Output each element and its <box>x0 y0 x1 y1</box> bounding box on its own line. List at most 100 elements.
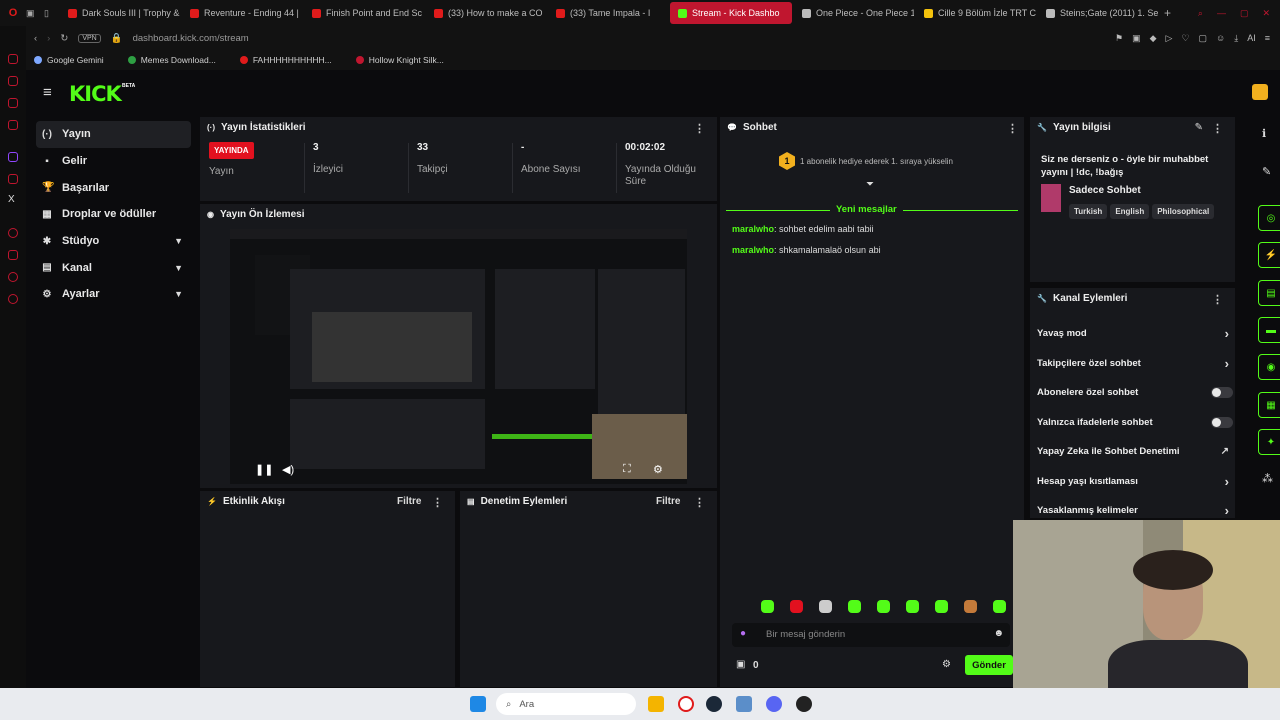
browser-tab[interactable]: Dark Souls III | Trophy & <box>60 2 180 24</box>
sidebar-app-icon[interactable] <box>8 120 18 130</box>
reload-icon[interactable]: ↻ <box>60 33 68 44</box>
taskbar-search[interactable]: ⌕ Ara <box>496 693 636 715</box>
chevron-down-icon[interactable]: ▼ <box>174 289 183 299</box>
channel-action-item[interactable]: Hesap yaşı kısıtlaması › <box>1037 474 1229 489</box>
sidebar-app-icon[interactable] <box>8 98 18 108</box>
browser-tab[interactable]: Stream - Kick Dashbo <box>670 2 792 24</box>
hamburger-menu-icon[interactable]: ≡ <box>43 84 52 101</box>
new-tab-button[interactable]: + <box>1164 6 1171 20</box>
emote-icon[interactable] <box>848 600 861 613</box>
browser-tab[interactable]: One Piece - One Piece 1 <box>794 2 914 24</box>
stream-tag[interactable]: English <box>1110 204 1150 219</box>
sidebar-app-icon[interactable] <box>8 272 18 282</box>
opera-logo-icon[interactable]: O <box>0 7 26 19</box>
rail-layout-button[interactable]: ▦ <box>1258 392 1280 418</box>
wallet-icon[interactable]: ▢ <box>1199 33 1208 44</box>
browser-tab[interactable]: Finish Point and End Sc <box>304 2 424 24</box>
browser-tab[interactable]: Steins;Gate (2011) 1. Sez <box>1038 2 1158 24</box>
sidebar-item[interactable]: 🏆 Başarılar <box>36 174 191 201</box>
url-field[interactable]: dashboard.kick.com/stream <box>133 33 249 44</box>
rail-doc-button[interactable]: ▤ <box>1258 280 1280 306</box>
channel-action-item[interactable]: Yasaklanmış kelimeler › <box>1037 503 1229 518</box>
sidebar-item[interactable]: ▪ Gelir <box>36 148 191 175</box>
sidebar-app-icon[interactable] <box>8 228 18 238</box>
steam-icon[interactable] <box>706 696 722 712</box>
bookmark-item[interactable]: Google Gemini <box>34 55 104 65</box>
channel-action-item[interactable]: Yapay Zeka ile Sohbet Denetimi ↗ <box>1037 446 1229 457</box>
stream-tag[interactable]: Philosophical <box>1152 204 1215 219</box>
pencil-icon[interactable]: ✎ <box>1262 165 1271 178</box>
emote-icon[interactable] <box>964 600 977 613</box>
browser-tab[interactable]: Cille 9 Bölüm İzle TRT C <box>916 2 1036 24</box>
sidebar-app-icon[interactable] <box>8 54 18 64</box>
toggle-switch[interactable] <box>1211 416 1233 428</box>
search-tabs-icon[interactable]: ⌕ <box>1198 8 1203 19</box>
channel-actions-more-icon[interactable]: ⋮ <box>1212 293 1223 306</box>
emote-icon[interactable] <box>935 600 948 613</box>
points-icon[interactable]: ▣ <box>736 659 745 670</box>
minimize-button[interactable]: — <box>1217 8 1226 19</box>
bookmark-item[interactable]: Memes Download... <box>127 55 216 65</box>
heart-icon[interactable]: ♡ <box>1181 33 1189 44</box>
twitch-icon[interactable] <box>8 152 18 162</box>
pinned-icon[interactable]: ⏷ <box>866 179 874 190</box>
workspaces-icon[interactable]: ▣ <box>26 8 44 19</box>
sidebar-item[interactable]: ▤ Kanal ▼ <box>36 254 191 281</box>
opera-icon[interactable] <box>678 696 694 712</box>
emote-icon[interactable] <box>877 600 890 613</box>
stream-tag[interactable]: Turkish <box>1069 204 1108 219</box>
rail-chat-button[interactable]: ▬ <box>1258 317 1280 343</box>
obs-icon[interactable] <box>796 696 812 712</box>
close-window-button[interactable]: ✕ <box>1262 8 1270 19</box>
browser-tab[interactable]: (33) How to make a CO <box>426 2 546 24</box>
discord-icon[interactable] <box>766 696 782 712</box>
info-icon[interactable]: ℹ <box>1262 127 1266 140</box>
browser-tab[interactable]: (33) Tame Impala - I <box>548 2 668 24</box>
stream-preview-video[interactable]: ❚❚ ◀) ⛶ ⚙ <box>230 229 687 484</box>
external-link-icon[interactable]: ↗ <box>1221 446 1229 457</box>
maximize-button[interactable]: ▢ <box>1240 8 1249 19</box>
windows-start-icon[interactable] <box>470 696 486 712</box>
emote-icon[interactable] <box>790 600 803 613</box>
shield-icon[interactable]: ◆ <box>1150 33 1157 44</box>
stats-more-icon[interactable]: ⋮ <box>694 122 705 135</box>
x-icon[interactable]: X <box>8 194 15 205</box>
channel-action-item[interactable]: Abonelere özel sohbet <box>1037 387 1233 398</box>
sidebar-app-icon[interactable] <box>8 76 18 86</box>
profile-icon[interactable]: ☺ <box>1216 33 1225 44</box>
app-icon[interactable] <box>736 696 752 712</box>
settings-icon[interactable] <box>8 294 18 304</box>
play-icon[interactable]: ▷ <box>1166 33 1173 44</box>
chat-input[interactable]: ● Bir mesaj gönderin ☻ <box>732 623 1010 647</box>
emoji-icon[interactable]: ☻ <box>993 628 1004 639</box>
category-name[interactable]: Sadece Sohbet <box>1069 185 1141 196</box>
mic-icon[interactable]: ● <box>740 628 746 639</box>
vpn-badge[interactable]: VPN <box>78 33 101 43</box>
file-explorer-icon[interactable] <box>648 696 664 712</box>
sidebar-item[interactable]: ▦ Droplar ve ödüller <box>36 201 191 228</box>
rail-camera-button[interactable]: ◎ <box>1258 205 1280 231</box>
instagram-icon[interactable] <box>8 174 18 184</box>
emote-icon[interactable] <box>819 600 832 613</box>
channel-action-item[interactable]: Yavaş mod › <box>1037 326 1229 341</box>
chevron-down-icon[interactable]: ▼ <box>174 236 183 246</box>
activity-filter-button[interactable]: Filtre <box>397 496 421 507</box>
sidebar-item[interactable]: ⚙ Ayarlar ▼ <box>36 281 191 308</box>
edit-icon[interactable]: ✎ <box>1195 122 1203 133</box>
fullscreen-icon[interactable]: ⛶ <box>623 463 631 476</box>
activity-more-icon[interactable]: ⋮ <box>432 496 443 509</box>
snapshot-icon[interactable]: ▣ <box>1132 33 1141 44</box>
emote-icon[interactable] <box>761 600 774 613</box>
bookmark-item[interactable]: FAHHHHHHHHHH... <box>239 55 332 65</box>
avatar[interactable] <box>1252 84 1268 100</box>
emote-icon[interactable] <box>906 600 919 613</box>
rail-bolt-button[interactable]: ⚡ <box>1258 242 1280 268</box>
moderation-filter-button[interactable]: Filtre <box>656 496 680 507</box>
channel-action-item[interactable]: Takipçilere özel sohbet › <box>1037 356 1229 371</box>
rail-wrench-button[interactable]: ✦ <box>1258 429 1280 455</box>
bookmark-item[interactable]: Hollow Knight Silk... <box>355 55 444 65</box>
sidebar-item[interactable]: (·) Yayın <box>36 121 191 148</box>
chat-username[interactable]: maralwho <box>732 245 774 255</box>
settings-icon[interactable]: ⚙ <box>653 463 663 476</box>
menu-icon[interactable]: ≡ <box>1265 33 1270 44</box>
